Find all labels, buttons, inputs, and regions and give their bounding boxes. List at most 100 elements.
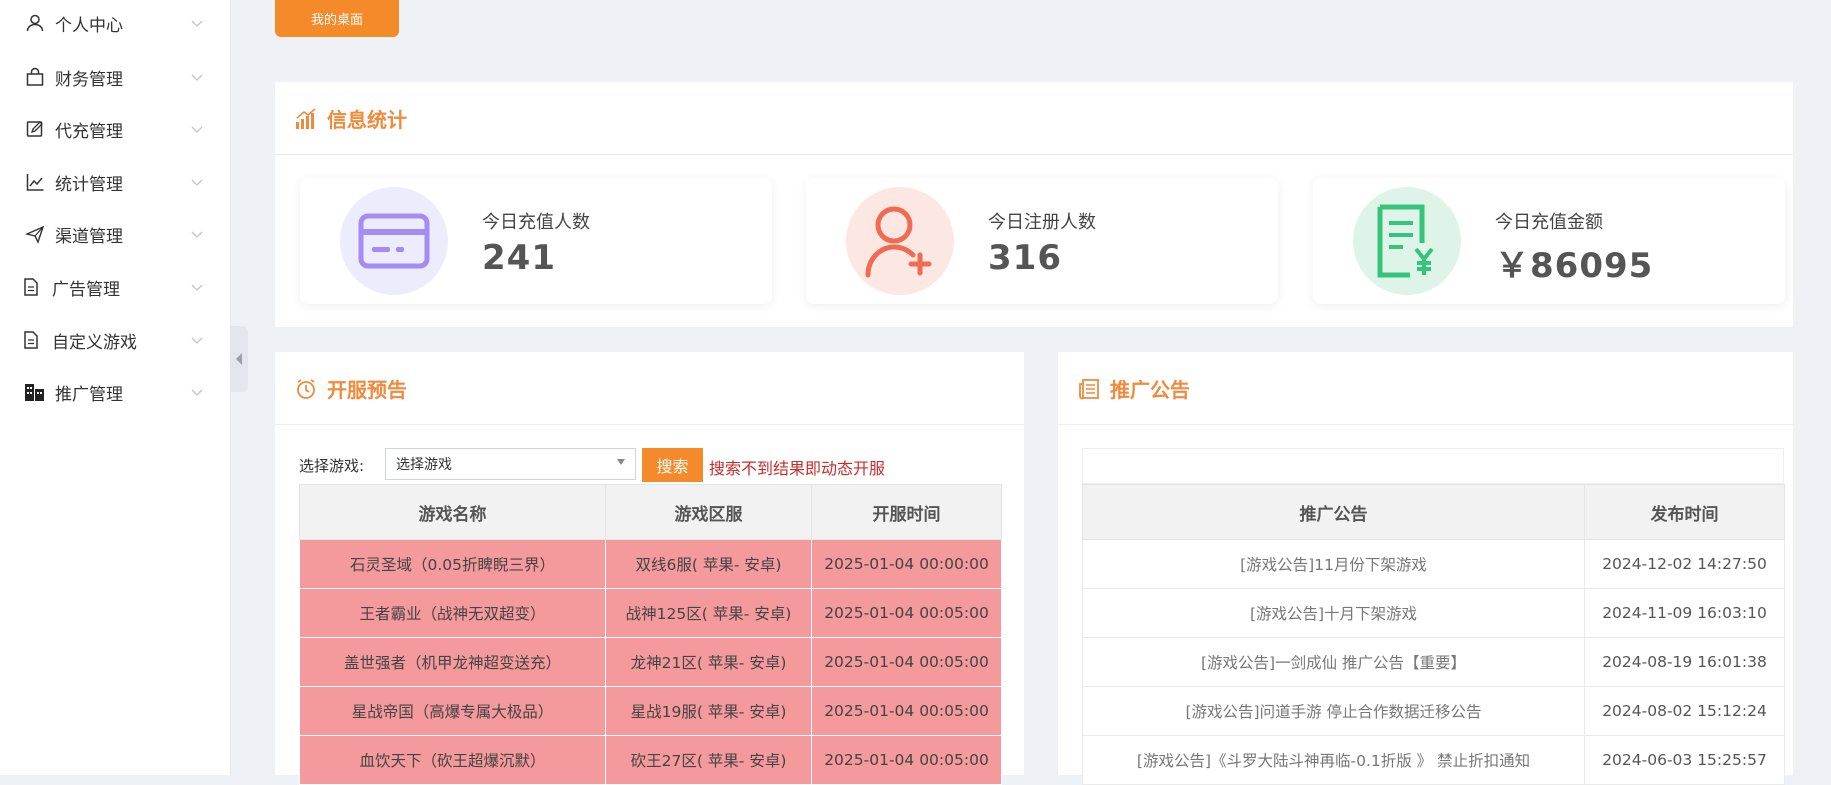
document-icon <box>20 276 42 298</box>
table-row[interactable]: [游戏公告]问道手游 停止合作数据迁移公告 2024-08-02 15:12:2… <box>1082 686 1785 736</box>
server-panel-header: 开服预告 <box>275 352 1024 425</box>
game-name-cell: 血饮天下（砍王超爆沉默） <box>299 735 606 785</box>
sidebar-item-label: 广告管理 <box>52 279 120 300</box>
sidebar-item-promotion[interactable]: 推广管理 <box>0 372 230 412</box>
table-row[interactable]: 盖世强者（机甲龙神超变送充） 龙神21区( 苹果- 安卓) 2025-01-04… <box>299 637 1002 687</box>
search-hint: 搜索不到结果即动态开服 <box>709 459 886 478</box>
user-add-icon <box>846 187 954 295</box>
game-name-cell: 石灵圣域（0.05折睥睨三界） <box>299 539 606 589</box>
game-select-value: 选择游戏 <box>396 457 452 473</box>
chevron-down-icon <box>191 74 203 81</box>
card-icon <box>340 187 448 295</box>
game-server-cell: 砍王27区( 苹果- 安卓) <box>605 735 812 785</box>
stat-card-recharge-users: 今日充值人数 241 <box>300 178 772 304</box>
table-row[interactable]: [游戏公告]十月下架游戏 2024-11-09 16:03:10 <box>1082 588 1785 638</box>
promotion-notice-panel: 推广公告 推广公告 发布时间 [游戏公告]11月份下架游戏 2024-12-02… <box>1058 352 1793 785</box>
table-row[interactable]: 血饮天下（砍王超爆沉默） 砍王27区( 苹果- 安卓) 2025-01-04 0… <box>299 735 1002 785</box>
column-header: 发布时间 <box>1584 484 1785 540</box>
sidebar-item-recharge[interactable]: 代充管理 <box>0 109 230 149</box>
open-time-cell: 2025-01-04 00:05:00 <box>811 588 1002 638</box>
sidebar-collapse-toggle[interactable] <box>230 326 248 392</box>
notice-title-cell[interactable]: [游戏公告]十月下架游戏 <box>1082 588 1585 638</box>
sidebar-item-channel[interactable]: 渠道管理 <box>0 214 230 254</box>
column-header: 开服时间 <box>811 484 1002 540</box>
stat-label: 今日充值金额 <box>1495 212 1603 233</box>
publish-time-cell: 2024-12-02 14:27:50 <box>1584 539 1785 589</box>
table-row[interactable]: 王者霸业（战神无双超变） 战神125区( 苹果- 安卓) 2025-01-04 … <box>299 588 1002 638</box>
sidebar-item-label: 统计管理 <box>55 174 123 195</box>
notice-panel-header: 推广公告 <box>1058 352 1793 425</box>
chevron-down-icon <box>191 231 203 238</box>
stats-panel-title: 信息统计 <box>327 108 407 132</box>
notice-title-cell[interactable]: [游戏公告]《斗罗大陆斗神再临-0.1折版 》 禁止折扣通知 <box>1082 735 1585 785</box>
line-chart-icon <box>24 171 46 193</box>
sidebar-item-finance[interactable]: 财务管理 <box>0 57 230 97</box>
bag-icon <box>24 66 46 88</box>
open-time-cell: 2025-01-04 00:05:00 <box>811 637 1002 687</box>
publish-time-cell: 2024-08-02 15:12:24 <box>1584 686 1785 736</box>
sidebar-item-label: 推广管理 <box>55 384 123 405</box>
table-row[interactable]: [游戏公告]一剑成仙 推广公告【重要】 2024-08-19 16:01:38 <box>1082 637 1785 687</box>
bar-chart-icon <box>296 108 316 129</box>
column-header: 推广公告 <box>1082 484 1585 540</box>
game-select-label: 选择游戏: <box>299 457 365 475</box>
server-panel-title: 开服预告 <box>327 378 407 402</box>
chevron-down-icon <box>191 389 203 396</box>
publish-time-cell: 2024-06-03 15:25:57 <box>1584 735 1785 785</box>
sidebar: 个人中心 财务管理 代充管理 统计管理 渠道管理 广告管理 自定义游戏 推广管理 <box>0 0 231 775</box>
stats-panel-header: 信息统计 <box>275 82 1793 155</box>
stat-label: 今日注册人数 <box>988 212 1096 233</box>
game-server-cell: 星战19服( 苹果- 安卓) <box>605 686 812 736</box>
game-name-cell: 盖世强者（机甲龙神超变送充） <box>299 637 606 687</box>
tab-my-desktop[interactable]: 我的桌面 <box>275 0 399 37</box>
receipt-yen-icon <box>1353 187 1461 295</box>
search-button[interactable]: 搜索 <box>642 448 703 482</box>
stat-value: ￥86095 <box>1495 246 1654 286</box>
chevron-down-icon <box>191 284 203 291</box>
notice-title-cell[interactable]: [游戏公告]问道手游 停止合作数据迁移公告 <box>1082 686 1585 736</box>
building-icon <box>24 381 46 403</box>
table-row[interactable]: [游戏公告]《斗罗大陆斗神再临-0.1折版 》 禁止折扣通知 2024-06-0… <box>1082 735 1785 785</box>
table-row[interactable]: 石灵圣域（0.05折睥睨三界） 双线6服( 苹果- 安卓) 2025-01-04… <box>299 539 1002 589</box>
sidebar-item-custom-games[interactable]: 自定义游戏 <box>0 320 230 360</box>
newspaper-icon <box>1079 379 1099 400</box>
sidebar-item-personal-center[interactable]: 个人中心 <box>0 3 230 43</box>
chevron-down-icon <box>191 126 203 133</box>
table-header-row: 推广公告 发布时间 <box>1082 484 1785 540</box>
open-time-cell: 2025-01-04 00:05:00 <box>811 686 1002 736</box>
game-server-cell: 双线6服( 苹果- 安卓) <box>605 539 812 589</box>
open-time-cell: 2025-01-04 00:05:00 <box>811 735 1002 785</box>
open-time-cell: 2025-01-04 00:00:00 <box>811 539 1002 589</box>
notice-table: 推广公告 发布时间 [游戏公告]11月份下架游戏 2024-12-02 14:2… <box>1082 484 1785 785</box>
table-row[interactable]: 星战帝国（高爆专属大极品） 星战19服( 苹果- 安卓) 2025-01-04 … <box>299 686 1002 736</box>
chevron-left-icon <box>236 353 242 365</box>
stat-label: 今日充值人数 <box>482 212 590 233</box>
document-icon <box>20 329 42 351</box>
stat-value: 316 <box>988 238 1062 278</box>
notice-title-cell[interactable]: [游戏公告]一剑成仙 推广公告【重要】 <box>1082 637 1585 687</box>
chevron-down-icon <box>191 337 203 344</box>
publish-time-cell: 2024-11-09 16:03:10 <box>1584 588 1785 638</box>
stat-card-recharge-amount: 今日充值金额 ￥86095 <box>1313 178 1785 304</box>
chevron-down-icon <box>191 179 203 186</box>
stat-value: 241 <box>482 238 556 278</box>
sidebar-item-label: 渠道管理 <box>55 226 123 247</box>
caret-down-icon <box>617 459 625 465</box>
table-row[interactable]: [游戏公告]11月份下架游戏 2024-12-02 14:27:50 <box>1082 539 1785 589</box>
server-table: 游戏名称 游戏区服 开服时间 石灵圣域（0.05折睥睨三界） 双线6服( 苹果-… <box>299 484 1002 785</box>
game-server-cell: 龙神21区( 苹果- 安卓) <box>605 637 812 687</box>
edit-icon <box>24 118 46 140</box>
sidebar-item-label: 自定义游戏 <box>52 332 137 353</box>
stat-card-register-users: 今日注册人数 316 <box>806 178 1278 304</box>
column-header: 游戏区服 <box>605 484 812 540</box>
sidebar-item-ads[interactable]: 广告管理 <box>0 267 230 307</box>
game-select[interactable]: 选择游戏 <box>385 448 636 480</box>
sidebar-item-label: 代充管理 <box>55 121 123 142</box>
notice-toolbar <box>1082 448 1784 484</box>
sidebar-item-label: 个人中心 <box>55 15 123 36</box>
sidebar-item-label: 财务管理 <box>55 69 123 90</box>
notice-title-cell[interactable]: [游戏公告]11月份下架游戏 <box>1082 539 1585 589</box>
alarm-clock-icon <box>297 379 315 399</box>
sidebar-item-statistics[interactable]: 统计管理 <box>0 162 230 202</box>
send-icon <box>24 223 46 245</box>
